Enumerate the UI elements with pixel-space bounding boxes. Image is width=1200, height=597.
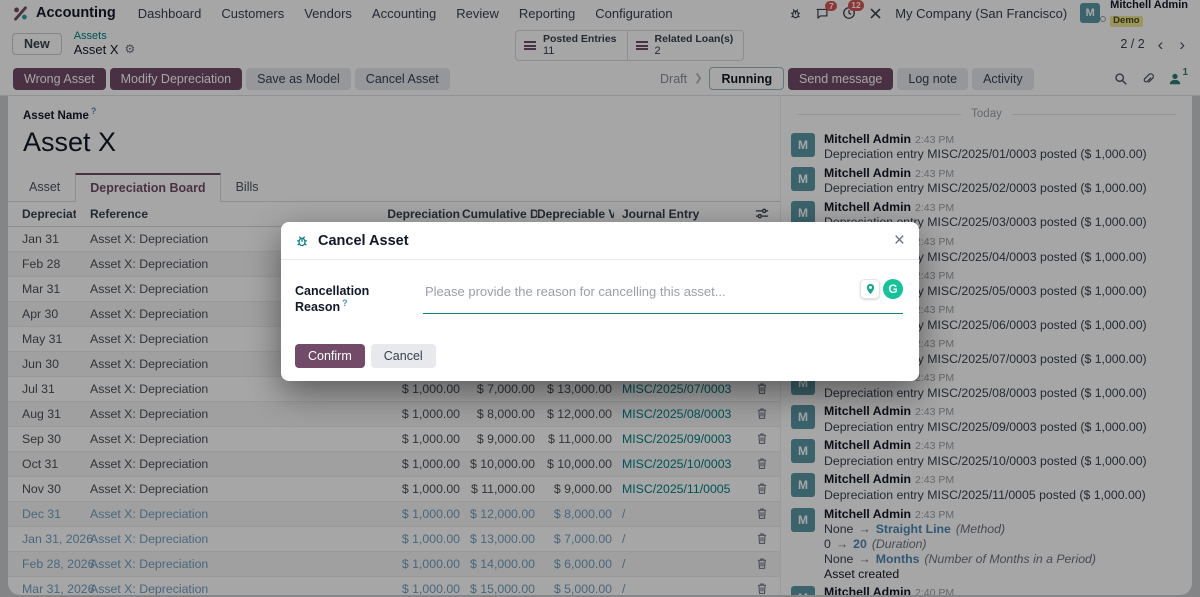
cancel-asset-modal: Cancel Asset × Cancellation Reason? G Co… <box>281 222 919 381</box>
modal-header: Cancel Asset × <box>281 222 919 260</box>
modal-body: Cancellation Reason? G <box>281 260 919 344</box>
pin-extension-icon[interactable] <box>860 279 880 299</box>
close-icon[interactable]: × <box>894 231 905 250</box>
grammarly-icon[interactable]: G <box>883 279 903 299</box>
modal-title: Cancel Asset <box>318 233 409 249</box>
cancellation-reason-label: Cancellation Reason? <box>295 281 423 314</box>
bug-icon <box>295 234 309 248</box>
cancellation-reason-wrap: G <box>423 281 903 314</box>
confirm-button[interactable]: Confirm <box>295 344 365 368</box>
cancellation-reason-input[interactable] <box>423 281 903 305</box>
cancel-button[interactable]: Cancel <box>371 344 436 368</box>
modal-footer: Confirm Cancel <box>281 344 919 381</box>
help-icon: ? <box>342 298 348 308</box>
extension-icons: G <box>860 279 903 299</box>
